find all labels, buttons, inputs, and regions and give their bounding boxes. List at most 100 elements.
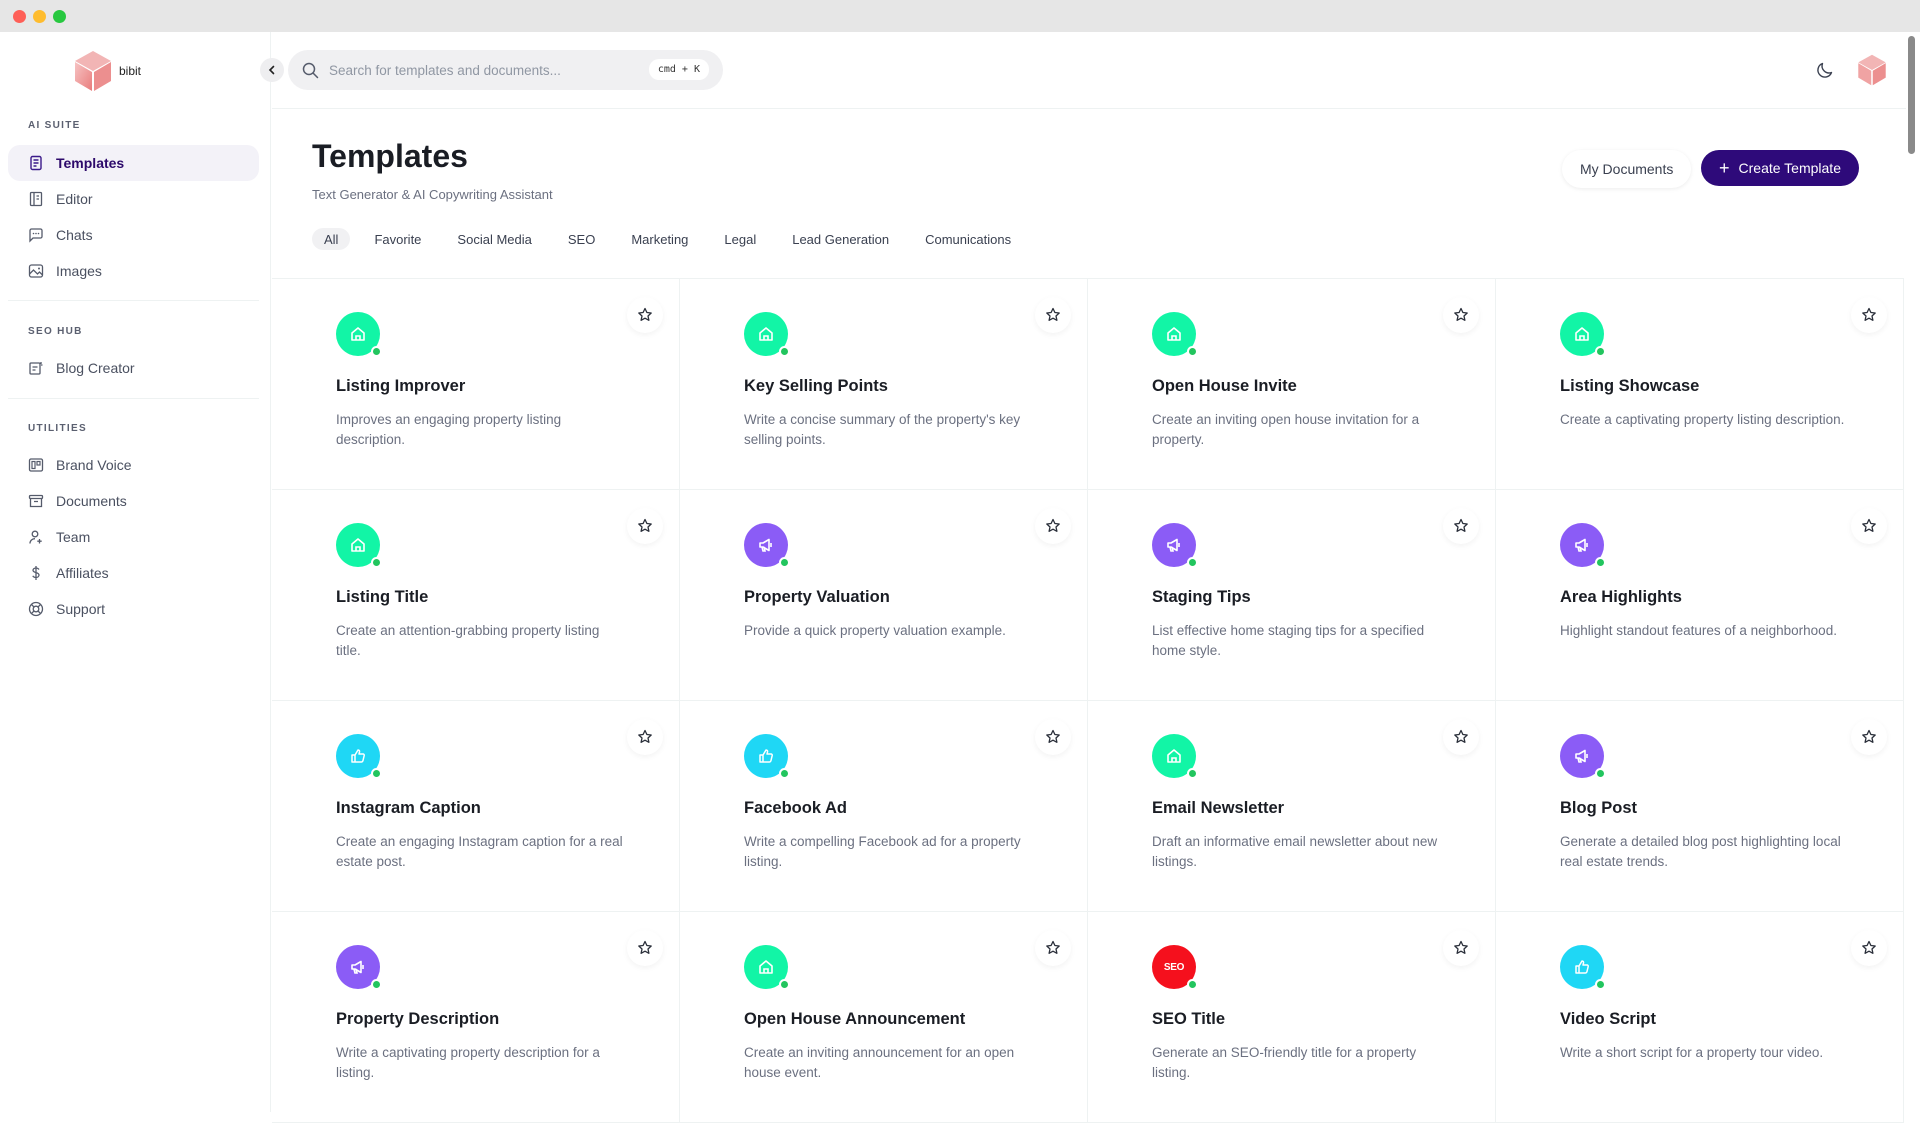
- home-icon: [349, 325, 367, 343]
- star-icon: [1046, 729, 1060, 743]
- maximize-window-button[interactable]: [53, 10, 66, 23]
- favorite-button[interactable]: [1443, 719, 1479, 755]
- template-title: Video Script: [1560, 1010, 1656, 1028]
- tab-marketing[interactable]: Marketing: [619, 228, 700, 250]
- favorite-button[interactable]: [1443, 508, 1479, 544]
- favorite-button[interactable]: [1443, 297, 1479, 333]
- star-icon: [1862, 518, 1876, 532]
- template-card[interactable]: Instagram Caption Create an engaging Ins…: [272, 701, 680, 912]
- template-title: Property Description: [336, 1010, 500, 1028]
- favorite-button[interactable]: [1443, 930, 1479, 966]
- sidebar-item-chats[interactable]: Chats: [8, 217, 259, 253]
- favorite-button[interactable]: [627, 719, 663, 755]
- template-description: Create an inviting open house invitation…: [1152, 412, 1420, 447]
- favorite-button[interactable]: [1851, 930, 1887, 966]
- status-dot: [1187, 768, 1198, 779]
- keyboard-shortcut-badge: cmd + K: [648, 59, 709, 80]
- status-dot: [371, 768, 382, 779]
- template-card[interactable]: Video Script Write a short script for a …: [1496, 912, 1904, 1123]
- template-title: SEO Title: [1152, 1010, 1226, 1028]
- template-card[interactable]: Property Description Write a captivating…: [272, 912, 680, 1123]
- template-title: Blog Post: [1560, 799, 1637, 817]
- home-icon: [1165, 747, 1183, 765]
- user-avatar[interactable]: [1857, 54, 1887, 86]
- dollar-icon: [28, 565, 44, 581]
- favorite-button[interactable]: [1851, 508, 1887, 544]
- my-documents-button[interactable]: My Documents: [1562, 150, 1692, 188]
- template-card[interactable]: Listing Title Create an attention-grabbi…: [272, 490, 680, 701]
- template-icon: [336, 945, 382, 990]
- favorite-button[interactable]: [1035, 508, 1071, 544]
- sidebar-item-label: Blog Creator: [56, 360, 135, 376]
- thumbs-up-icon: [349, 747, 367, 765]
- dark-mode-toggle[interactable]: [1812, 57, 1838, 83]
- sidebar-item-images[interactable]: Images: [8, 253, 259, 289]
- star-icon: [1046, 307, 1060, 321]
- megaphone-icon: [1165, 536, 1183, 554]
- tab-seo[interactable]: SEO: [556, 228, 607, 250]
- window-titlebar: [0, 0, 1920, 32]
- favorite-button[interactable]: [1851, 297, 1887, 333]
- template-card[interactable]: Listing Showcase Create a captivating pr…: [1496, 279, 1904, 490]
- favorite-button[interactable]: [627, 930, 663, 966]
- template-card[interactable]: Listing Improver Improves an engaging pr…: [272, 279, 680, 490]
- template-title: Listing Showcase: [1560, 377, 1700, 395]
- template-card[interactable]: Open House Invite Create an inviting ope…: [1088, 279, 1496, 490]
- minimize-window-button[interactable]: [33, 10, 46, 23]
- collapse-sidebar-button[interactable]: [260, 58, 284, 82]
- sidebar-item-team[interactable]: Team: [8, 519, 259, 555]
- template-card[interactable]: Facebook Ad Write a compelling Facebook …: [680, 701, 1088, 912]
- template-title: Listing Title: [336, 588, 429, 606]
- create-template-button[interactable]: + Create Template: [1701, 150, 1859, 186]
- template-card[interactable]: Blog Post Generate a detailed blog post …: [1496, 701, 1904, 912]
- tab-lead-generation[interactable]: Lead Generation: [780, 228, 901, 250]
- thumbs-up-icon: [1573, 958, 1591, 976]
- search-input[interactable]: [329, 62, 649, 78]
- template-card[interactable]: Property Valuation Provide a quick prope…: [680, 490, 1088, 701]
- template-card[interactable]: SEO SEO Title Generate an SEO-friendly t…: [1088, 912, 1496, 1123]
- sidebar-item-documents[interactable]: Documents: [8, 483, 259, 519]
- close-window-button[interactable]: [13, 10, 26, 23]
- status-dot: [1187, 346, 1198, 357]
- tab-legal[interactable]: Legal: [712, 228, 768, 250]
- star-icon: [638, 518, 652, 532]
- search-bar[interactable]: cmd + K: [288, 50, 723, 90]
- favorite-button[interactable]: [627, 297, 663, 333]
- template-description: Provide a quick property valuation examp…: [744, 623, 1006, 638]
- sidebar-item-support[interactable]: Support: [8, 591, 259, 627]
- tab-all[interactable]: All: [312, 228, 351, 250]
- tab-comunications[interactable]: Comunications: [913, 228, 1023, 250]
- image-icon: [28, 263, 44, 279]
- template-icon: [1560, 523, 1606, 568]
- status-dot: [779, 346, 790, 357]
- chat-icon: [28, 227, 44, 243]
- notebook-icon: [28, 191, 44, 207]
- favorite-button[interactable]: [627, 508, 663, 544]
- sidebar-item-templates[interactable]: Templates: [8, 145, 259, 181]
- templates-grid: Listing Improver Improves an engaging pr…: [272, 278, 1904, 1123]
- tab-social-media[interactable]: Social Media: [445, 228, 543, 250]
- search-icon: [302, 62, 319, 78]
- tab-favorite[interactable]: Favorite: [362, 228, 433, 250]
- template-card[interactable]: Area Highlights Highlight standout featu…: [1496, 490, 1904, 701]
- favorite-button[interactable]: [1035, 719, 1071, 755]
- template-icon: [744, 945, 790, 990]
- sidebar-item-editor[interactable]: Editor: [8, 181, 259, 217]
- sidebar-item-blog-creator[interactable]: Blog Creator: [8, 350, 259, 386]
- app-logo[interactable]: bibit: [74, 50, 141, 92]
- favorite-button[interactable]: [1851, 719, 1887, 755]
- page-header: Templates Text Generator & AI Copywritin…: [272, 110, 1906, 278]
- favorite-button[interactable]: [1035, 930, 1071, 966]
- page-scrollbar[interactable]: [1908, 36, 1915, 154]
- template-card[interactable]: Open House Announcement Create an inviti…: [680, 912, 1088, 1123]
- sidebar-item-label: Editor: [56, 191, 93, 207]
- chevron-left-icon: [268, 65, 275, 75]
- favorite-button[interactable]: [1035, 297, 1071, 333]
- template-card[interactable]: Email Newsletter Draft an informative em…: [1088, 701, 1496, 912]
- status-dot: [1595, 346, 1606, 357]
- template-card[interactable]: Key Selling Points Write a concise summa…: [680, 279, 1088, 490]
- template-card[interactable]: Staging Tips List effective home staging…: [1088, 490, 1496, 701]
- sidebar-item-brand-voice[interactable]: Brand Voice: [8, 447, 259, 483]
- sidebar-item-affiliates[interactable]: Affiliates: [8, 555, 259, 591]
- template-icon: [744, 312, 790, 357]
